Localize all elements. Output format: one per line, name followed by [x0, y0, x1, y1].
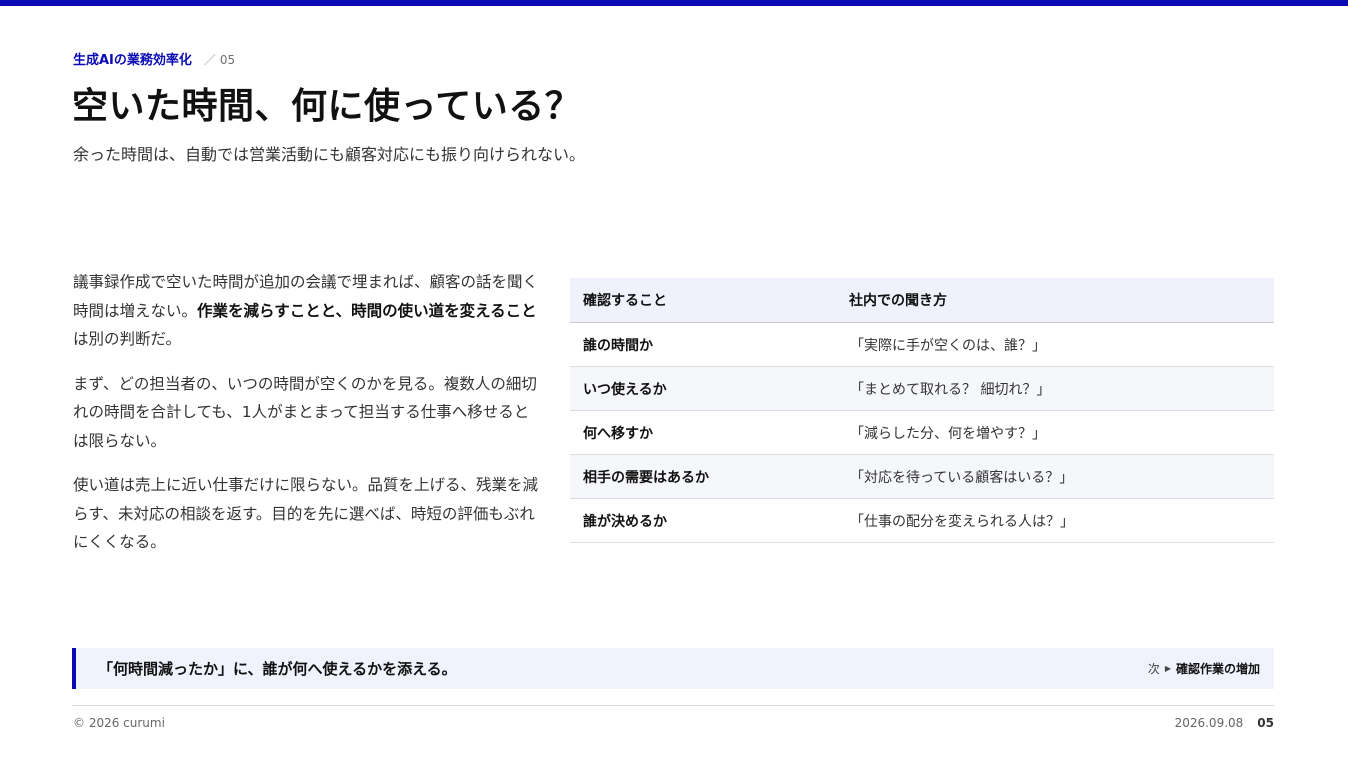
breadcrumb-separator: ／	[203, 53, 216, 67]
body-text: 議事録作成で空いた時間が追加の会議で埋まれば、顧客の話を聞く時間は増えない。作業…	[73, 268, 539, 573]
breadcrumb: 生成AIの業務効率化 ／ 05	[73, 52, 235, 69]
next-label: 次	[1147, 662, 1160, 676]
slide-date: 2026.09.08	[1174, 716, 1244, 730]
section-number: 05	[219, 53, 236, 67]
paragraph-1: 議事録作成で空いた時間が追加の会議で埋まれば、顧客の話を聞く時間は増えない。作業…	[73, 268, 539, 354]
table-cell-check: いつ使えるか	[570, 366, 836, 411]
table-row: 誰の時間か 「実際に手が空くのは、誰？」	[570, 322, 1274, 367]
paragraph-2: まず、どの担当者の、いつの時間が空くのかを見る。複数人の細切れの時間を合計しても…	[73, 374, 537, 450]
table-cell-check: 誰の時間か	[570, 322, 836, 367]
table-cell-question: 「まとめて取れる？ 細切れ？」	[836, 366, 1274, 411]
next-slide-link[interactable]: 次 ▶ 確認作業の増加	[1148, 660, 1260, 677]
paragraph-1-emphasis: 作業を減らすことと、時間の使い道を変えること	[197, 301, 537, 320]
page-number: 05	[1257, 716, 1274, 730]
table-cell-question: 「減らした分、何を増やす？」	[836, 410, 1274, 455]
copyright: © 2026 curumi	[73, 716, 165, 730]
top-accent-bar	[0, 0, 1348, 6]
table-row: 誰が決めるか 「仕事の配分を変えられる人は？」	[570, 498, 1274, 543]
column-header-question: 社内での聞き方	[836, 278, 1274, 323]
table-cell-question: 「対応を待っている顧客はいる？」	[836, 454, 1274, 499]
table-header-row: 確認すること 社内での聞き方	[570, 278, 1274, 323]
next-slide-title: 確認作業の増加	[1175, 662, 1260, 676]
table-row: 相手の需要はあるか 「対応を待っている顧客はいる？」	[570, 454, 1274, 499]
table-row: 何へ移すか 「減らした分、何を増やす？」	[570, 410, 1274, 455]
key-message-callout: 「何時間減ったか」に、誰が何へ使えるかを添える。 次 ▶ 確認作業の増加	[72, 648, 1274, 689]
page-subtitle: 余った時間は、自動では営業活動にも顧客対応にも振り向けられない。	[73, 145, 586, 164]
checklist-table: 確認すること 社内での聞き方 誰の時間か 「実際に手が空くのは、誰？」 いつ使え…	[570, 278, 1274, 543]
checklist-table-container: 確認すること 社内での聞き方 誰の時間か 「実際に手が空くのは、誰？」 いつ使え…	[570, 278, 1274, 543]
key-message: 「何時間減ったか」に、誰が何へ使えるかを添える。	[98, 660, 457, 678]
column-header-check: 確認すること	[570, 278, 836, 323]
table-cell-check: 相手の需要はあるか	[570, 454, 836, 499]
play-arrow-icon: ▶	[1164, 664, 1171, 673]
table-cell-check: 何へ移すか	[570, 410, 836, 455]
paragraph-1-tail: は別の判断だ。	[73, 330, 182, 348]
table-row: いつ使えるか 「まとめて取れる？ 細切れ？」	[570, 366, 1274, 411]
page-title: 空いた時間、何に使っている？	[72, 86, 582, 127]
table-cell-check: 誰が決めるか	[570, 498, 836, 543]
paragraph-3: 使い道は売上に近い仕事だけに限らない。品質を上げる、残業を減らす、未対応の相談を…	[73, 476, 539, 551]
table-cell-question: 「実際に手が空くのは、誰？」	[836, 322, 1274, 367]
table-cell-question: 「仕事の配分を変えられる人は？」	[836, 498, 1274, 543]
footer-meta: 2026.09.08 05	[1175, 715, 1274, 731]
footer-divider	[72, 705, 1274, 706]
section-label: 生成AIの業務効率化	[73, 53, 192, 68]
